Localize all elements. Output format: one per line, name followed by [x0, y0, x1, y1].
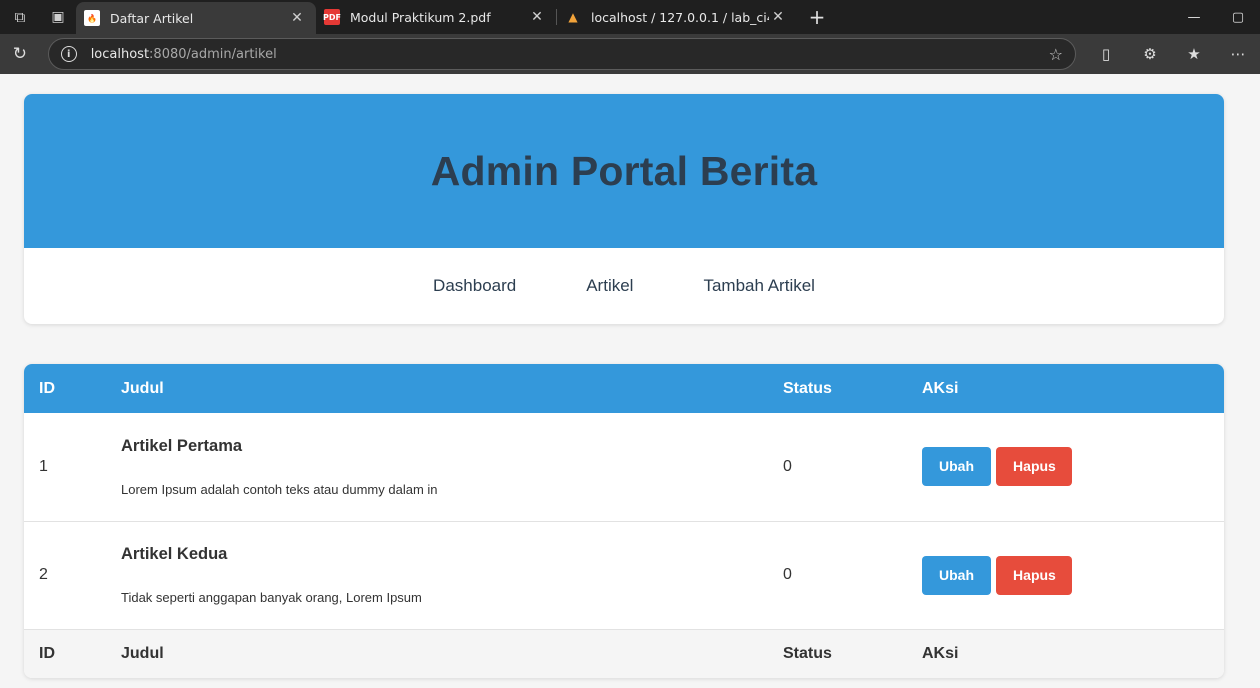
table-header-row: ID Judul Status AKsi	[24, 364, 1224, 413]
browser-address-bar: ↻ i localhost:8080/admin/artikel ☆ ▯ ⚙ ★…	[0, 34, 1260, 74]
workspaces-icon[interactable]: ⧉	[0, 0, 40, 34]
tab-actions-icon[interactable]: ▣	[40, 0, 76, 34]
new-tab-icon[interactable]: +	[797, 0, 837, 34]
url-field[interactable]: i localhost:8080/admin/artikel ☆	[47, 38, 1076, 70]
column-header-status: Status	[783, 379, 832, 397]
pdf-icon: PDF	[323, 9, 341, 25]
close-tab-icon[interactable]: ✕	[769, 9, 787, 25]
edit-button[interactable]: Ubah	[922, 555, 991, 595]
column-header-judul: Judul	[121, 379, 164, 397]
browser-tab-bar: ⧉ ▣ 🔥 Daftar Artikel ✕ PDF Modul Praktik…	[0, 0, 1260, 34]
row-judul: Artikel Pertama Lorem Ipsum adalah conto…	[121, 413, 783, 521]
page-header: Admin Portal Berita	[24, 94, 1224, 248]
row-id: 2	[39, 566, 48, 583]
column-header-aksi: AKsi	[922, 379, 959, 397]
close-tab-icon[interactable]: ✕	[288, 10, 306, 26]
tab-title: Daftar Artikel	[110, 10, 194, 26]
extensions-icon[interactable]: ⚙	[1128, 45, 1172, 63]
browser-tab-phpmyadmin[interactable]: ▲ localhost / 127.0.0.1 / lab_ci4 / ar ✕	[557, 0, 797, 34]
phpmyadmin-icon: ▲	[568, 10, 578, 24]
header-card: Admin Portal Berita Dashboard Artikel Ta…	[24, 94, 1224, 324]
article-title: Artikel Pertama	[121, 436, 243, 455]
refresh-icon[interactable]: ↻	[0, 44, 40, 64]
codeigniter-icon: 🔥	[84, 10, 100, 26]
site-info-icon[interactable]: i	[60, 46, 77, 62]
window-controls: — ▢	[1172, 0, 1260, 34]
more-menu-icon[interactable]: ⋯	[1216, 45, 1260, 63]
articles-table: ID Judul Status AKsi 1 Artikel Pertama L…	[24, 364, 1224, 678]
delete-button[interactable]: Hapus	[996, 447, 1073, 487]
main-nav: Dashboard Artikel Tambah Artikel	[24, 248, 1224, 324]
close-tab-icon[interactable]: ✕	[528, 9, 546, 25]
favorite-star-icon[interactable]: ☆	[1049, 45, 1063, 64]
favorites-icon[interactable]: ★	[1172, 45, 1216, 63]
browser-toolbar: ▯ ⚙ ★ ⋯	[1084, 45, 1260, 63]
page-title: Admin Portal Berita	[430, 147, 818, 194]
split-screen-icon[interactable]: ▯	[1084, 45, 1128, 63]
row-judul: Artikel Kedua Tidak seperti anggapan ban…	[121, 521, 783, 629]
row-actions: Ubah Hapus	[922, 413, 1224, 521]
row-actions: Ubah Hapus	[922, 521, 1224, 629]
column-header-id: ID	[39, 379, 55, 397]
column-footer-judul: Judul	[121, 644, 164, 662]
browser-tab-daftar-artikel[interactable]: 🔥 Daftar Artikel ✕	[76, 2, 316, 34]
row-id: 1	[39, 457, 48, 475]
nav-dashboard[interactable]: Dashboard	[433, 276, 516, 296]
maximize-icon[interactable]: ▢	[1216, 0, 1260, 34]
article-title: Artikel Kedua	[121, 545, 228, 563]
minimize-icon[interactable]: —	[1172, 0, 1216, 34]
tab-title: localhost / 127.0.0.1 / lab_ci4 / ar	[591, 9, 769, 25]
column-footer-aksi: AKsi	[922, 644, 959, 662]
browser-tab-modul-pdf[interactable]: PDF Modul Praktikum 2.pdf ✕	[316, 0, 556, 34]
delete-button[interactable]: Hapus	[996, 555, 1073, 595]
articles-table-card: ID Judul Status AKsi 1 Artikel Pertama L…	[24, 364, 1224, 678]
table-row: 2 Artikel Kedua Tidak seperti anggapan b…	[24, 521, 1224, 629]
url-text: localhost:8080/admin/artikel	[90, 46, 277, 62]
column-footer-status: Status	[783, 644, 832, 662]
tab-title: Modul Praktikum 2.pdf	[350, 9, 491, 25]
column-footer-id: ID	[39, 644, 55, 662]
article-excerpt: Tidak seperti anggapan banyak orang, Lor…	[121, 590, 422, 605]
row-status: 0	[783, 457, 792, 475]
edit-button[interactable]: Ubah	[922, 447, 991, 487]
table-row: 1 Artikel Pertama Lorem Ipsum adalah con…	[24, 413, 1224, 521]
nav-tambah-artikel[interactable]: Tambah Artikel	[703, 276, 815, 296]
row-status: 0	[783, 566, 792, 583]
table-footer-row: ID Judul Status AKsi	[24, 629, 1224, 678]
page-content: Admin Portal Berita Dashboard Artikel Ta…	[0, 74, 1260, 688]
article-excerpt: Lorem Ipsum adalah contoh teks atau dumm…	[121, 481, 438, 497]
nav-artikel[interactable]: Artikel	[586, 276, 633, 296]
